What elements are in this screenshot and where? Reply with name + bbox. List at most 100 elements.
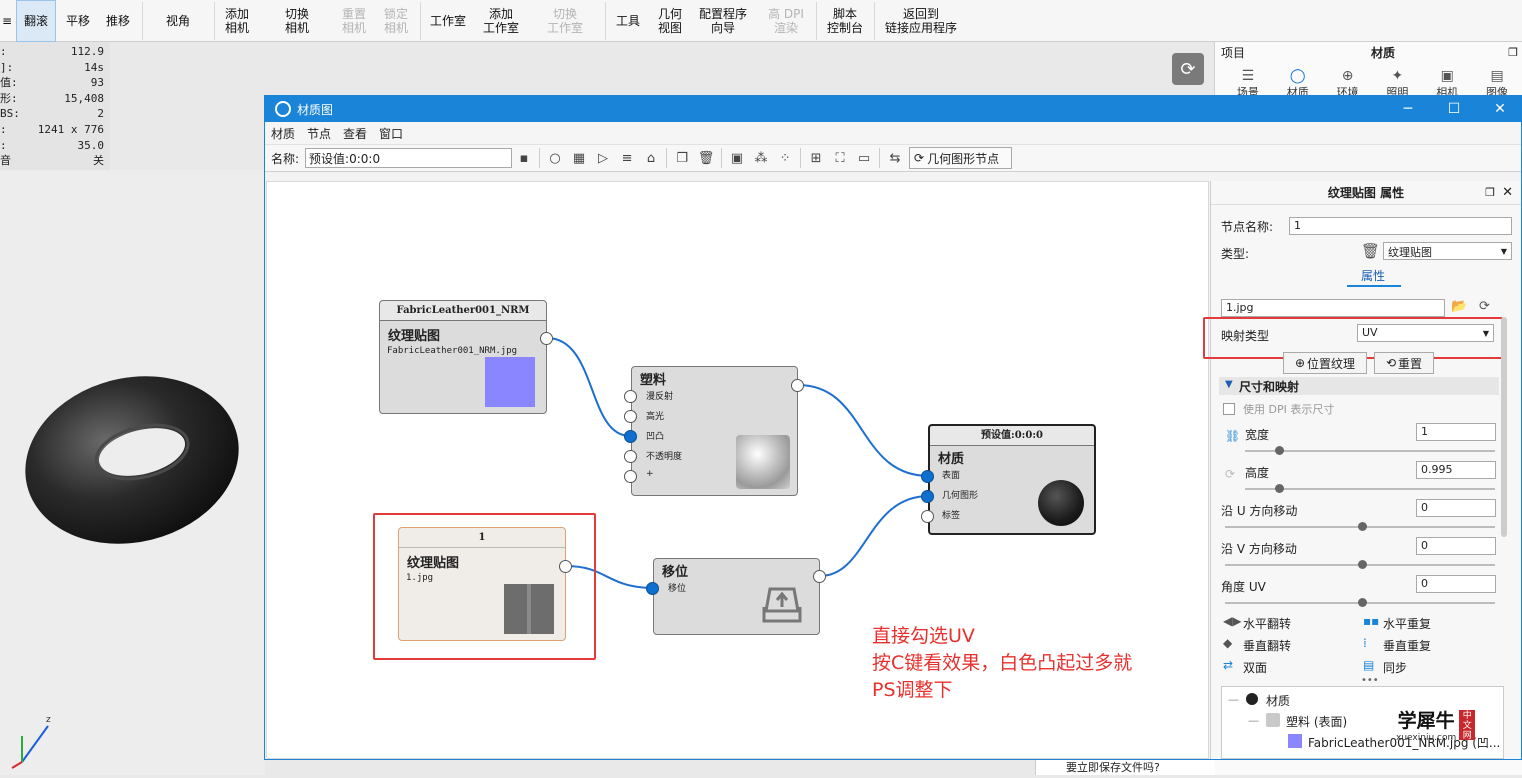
tree-item-plastic[interactable]: 塑料 (表面) bbox=[1286, 713, 1347, 730]
checker-icon[interactable]: ▦ bbox=[570, 149, 588, 167]
add-node-icon[interactable]: ▣ bbox=[728, 149, 746, 167]
folder-icon[interactable]: 📂 bbox=[1451, 299, 1467, 314]
displacement-node[interactable]: 移位 移位 bbox=[653, 558, 820, 635]
dolly-button[interactable]: 推移 bbox=[98, 0, 138, 42]
pan-button[interactable]: 平移 bbox=[58, 0, 98, 42]
bump-port[interactable] bbox=[624, 430, 637, 443]
v-shift-slider[interactable] bbox=[1225, 560, 1495, 569]
return-linked-app-button[interactable]: 返回到 链接应用程序 bbox=[880, 0, 962, 42]
tab-camera[interactable]: ▣ 相机 bbox=[1422, 62, 1472, 99]
texture-node-fabric[interactable]: FabricLeather001_NRM 纹理贴图 FabricLeather0… bbox=[379, 300, 547, 414]
delete-icon[interactable]: 🗑 bbox=[697, 149, 715, 167]
lock-icon[interactable]: ⌂ bbox=[642, 149, 660, 167]
reset-camera-button[interactable]: 重置 相机 bbox=[334, 0, 374, 42]
section-header[interactable]: ▼ 尺寸和映射 bbox=[1219, 377, 1499, 395]
height-input[interactable]: 0.995 bbox=[1416, 461, 1496, 479]
more-handle[interactable]: ••• bbox=[1361, 675, 1379, 686]
fit-icon[interactable]: ⛶ bbox=[831, 149, 849, 167]
two-sided-toggle[interactable]: 双面 bbox=[1243, 659, 1267, 676]
tab-properties[interactable]: 属性 bbox=[1361, 267, 1385, 284]
minimize-button[interactable]: ─ bbox=[1385, 96, 1431, 122]
file-input[interactable]: 1.jpg bbox=[1221, 299, 1445, 317]
window-titlebar[interactable]: 材质图 ─ ☐ ✕ bbox=[265, 96, 1521, 122]
sync-toggle[interactable]: 同步 bbox=[1383, 659, 1407, 676]
opacity-port[interactable] bbox=[624, 450, 637, 463]
geometry-node-button[interactable]: ⟳ 几何图形节点 bbox=[909, 147, 1013, 169]
angle-slider[interactable] bbox=[1225, 598, 1495, 607]
lock-camera-button[interactable]: 锁定 相机 bbox=[376, 0, 416, 42]
copy-icon[interactable]: ❐ bbox=[673, 149, 691, 167]
trash-icon[interactable]: 🗑 bbox=[1361, 242, 1380, 260]
layout-icon[interactable]: ⊞ bbox=[807, 149, 825, 167]
height-slider[interactable] bbox=[1245, 484, 1495, 493]
undock-props-icon[interactable]: ❐ bbox=[1485, 186, 1495, 199]
node-name-input[interactable]: 1 bbox=[1289, 217, 1512, 235]
surface-port[interactable] bbox=[921, 470, 934, 483]
tools-button[interactable]: 工具 bbox=[612, 0, 644, 42]
geometry-view-button[interactable]: 几何 视图 bbox=[652, 0, 688, 42]
zoom-100-icon[interactable]: ▭ bbox=[855, 149, 873, 167]
width-slider[interactable] bbox=[1245, 446, 1495, 455]
menu-view[interactable]: 查看 bbox=[343, 125, 367, 142]
3d-viewport[interactable]: z bbox=[0, 170, 265, 775]
switch-camera-button[interactable]: 切换 相机 bbox=[277, 0, 317, 42]
plastic-output-port[interactable] bbox=[791, 379, 804, 392]
tab-image[interactable]: ▤ 图像 bbox=[1472, 62, 1522, 99]
u-shift-input[interactable]: 0 bbox=[1416, 499, 1496, 517]
u-shift-slider[interactable] bbox=[1225, 522, 1495, 531]
tree-item-material[interactable]: 材质 bbox=[1266, 692, 1290, 709]
repeat-vertical-toggle[interactable]: 垂直重复 bbox=[1383, 637, 1431, 654]
sphere-preview-icon[interactable]: ○ bbox=[546, 149, 564, 167]
plastic-node[interactable]: 塑料 漫反射 高光 凹凸 不透明度 + bbox=[631, 366, 798, 496]
add-port[interactable] bbox=[624, 470, 637, 483]
play-icon[interactable]: ▷ bbox=[594, 149, 612, 167]
save-icon[interactable]: ▪ bbox=[515, 149, 533, 167]
props-scrollbar[interactable] bbox=[1501, 317, 1507, 537]
close-button[interactable]: ✕ bbox=[1477, 96, 1522, 122]
switch-studio-button[interactable]: 切换 工作室 bbox=[542, 0, 588, 42]
position-texture-button[interactable]: ⊕ 位置纹理 bbox=[1283, 352, 1367, 374]
view-angle-button[interactable]: 视角 bbox=[148, 0, 208, 42]
studio-button[interactable]: 工作室 bbox=[425, 0, 471, 42]
output-port[interactable] bbox=[540, 332, 553, 345]
project-label[interactable]: 项目 bbox=[1221, 44, 1245, 61]
tumble-button[interactable]: 翻滚 bbox=[16, 0, 56, 42]
add-studio-button[interactable]: 添加 工作室 bbox=[478, 0, 524, 42]
script-console-button[interactable]: 脚本 控制台 bbox=[822, 0, 868, 42]
maximize-button[interactable]: ☐ bbox=[1431, 96, 1477, 122]
label-port[interactable] bbox=[921, 510, 934, 523]
displacement-input-port[interactable] bbox=[646, 582, 659, 595]
diffuse-port[interactable] bbox=[624, 390, 637, 403]
connect-icon[interactable]: ⁘ bbox=[776, 149, 794, 167]
undock-icon[interactable]: ❐ bbox=[1508, 46, 1518, 59]
repeat-horizontal-toggle[interactable]: 水平重复 bbox=[1383, 615, 1431, 632]
share-icon[interactable]: ⇆ bbox=[886, 149, 904, 167]
add-camera-button[interactable]: 添加 相机 bbox=[217, 0, 257, 42]
configurator-wizard-button[interactable]: 配置程序 向导 bbox=[693, 0, 753, 42]
menu-node[interactable]: 节点 bbox=[307, 125, 331, 142]
angle-input[interactable]: 0 bbox=[1416, 575, 1496, 593]
sync-icon[interactable]: ⟳ bbox=[1225, 467, 1235, 481]
render-mode-icon[interactable]: ⟳ bbox=[1172, 53, 1204, 85]
v-shift-input[interactable]: 0 bbox=[1416, 537, 1496, 555]
reset-button[interactable]: ⟲ 重置 bbox=[1374, 352, 1434, 374]
tab-scene[interactable]: ☰ 场景 bbox=[1223, 62, 1273, 99]
width-input[interactable]: 1 bbox=[1416, 423, 1496, 441]
geometry-port[interactable] bbox=[921, 490, 934, 503]
specular-port[interactable] bbox=[624, 410, 637, 423]
menu-window[interactable]: 窗口 bbox=[379, 125, 403, 142]
displacement-output-port[interactable] bbox=[813, 570, 826, 583]
flip-vertical-toggle[interactable]: 垂直翻转 bbox=[1243, 637, 1291, 654]
tab-materials[interactable]: ◯ 材质 bbox=[1273, 62, 1323, 99]
dpi-checkbox[interactable] bbox=[1223, 403, 1235, 415]
type-select[interactable]: 纹理贴图 ▼ bbox=[1383, 242, 1512, 260]
menu-material[interactable]: 材质 bbox=[271, 125, 295, 142]
material-node[interactable]: 预设值:0:0:0 材质 表面 几何图形 标签 bbox=[928, 424, 1096, 535]
close-props-icon[interactable]: ✕ bbox=[1502, 185, 1513, 200]
hidpi-render-button[interactable]: 高 DPI 渲染 bbox=[762, 0, 810, 42]
group-icon[interactable]: ⁂ bbox=[752, 149, 770, 167]
link-icon[interactable]: ⛓ bbox=[1225, 429, 1240, 443]
tab-environment[interactable]: ⊕ 环境 bbox=[1323, 62, 1373, 99]
material-name-input[interactable]: 预设值:0:0:0 bbox=[305, 148, 513, 168]
reload-icon[interactable]: ⟳ bbox=[1479, 299, 1490, 314]
